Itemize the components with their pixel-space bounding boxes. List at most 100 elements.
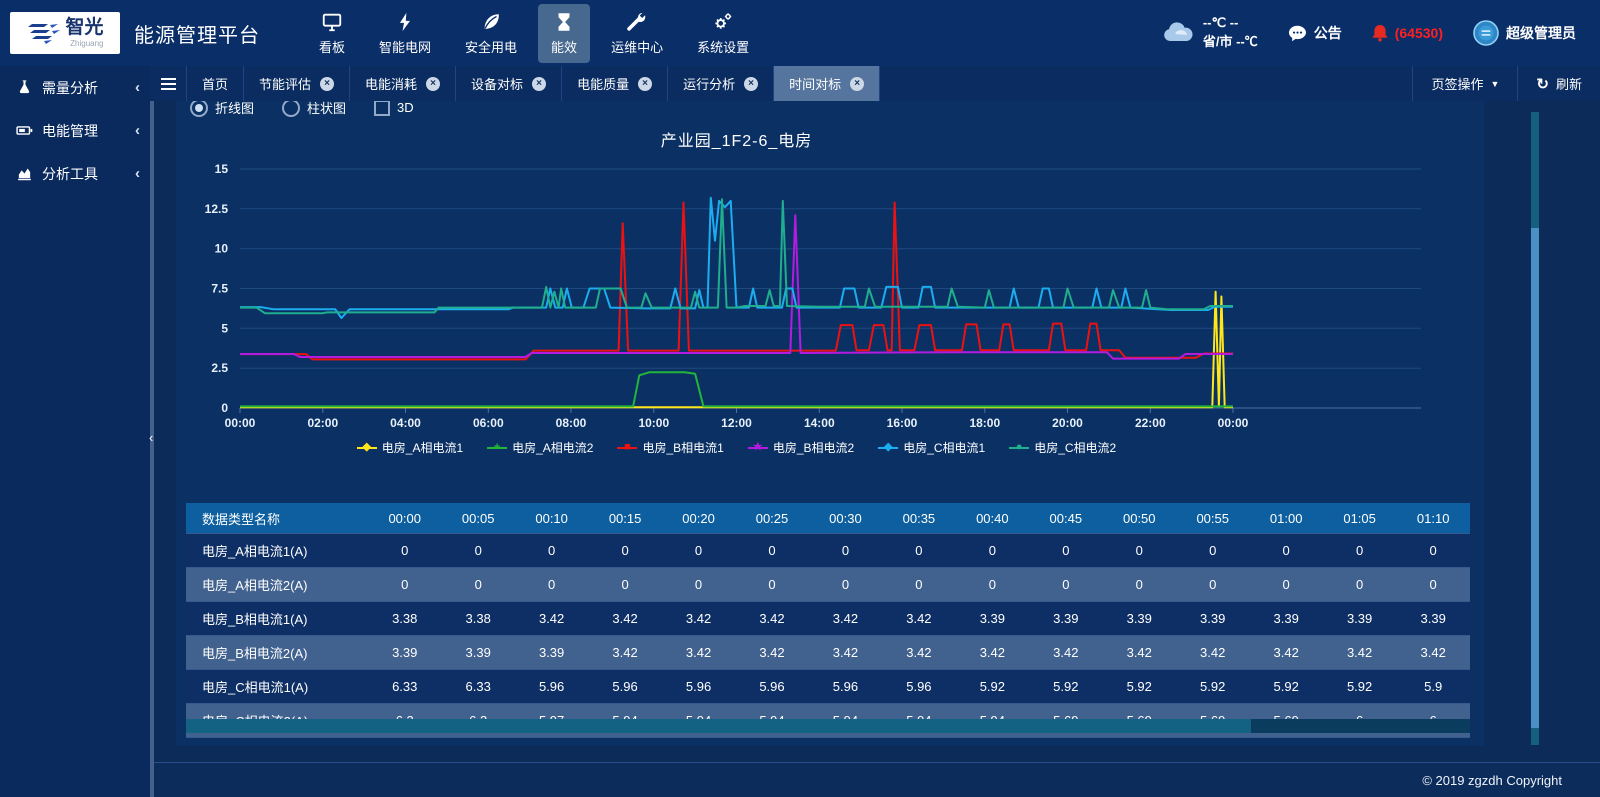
notice-button[interactable]: 公告 [1288,23,1342,43]
refresh-button[interactable]: ↻ 刷新 [1517,66,1600,101]
brand-sub: Zhiguang [65,39,103,48]
cell-value: 0 [735,534,808,568]
cell-value: 3.38 [441,602,514,636]
x-axis-tick-label: 16:00 [887,416,918,430]
cell-value: 0 [662,568,735,602]
legend-label: 电房_B相电流2 [773,439,854,456]
brand-name: 智光 [65,17,103,38]
hamburger-menu-icon[interactable] [150,66,187,101]
tab-节能评估[interactable]: 节能评估× [244,66,350,101]
table-header-row: 数据类型名称00:0000:0500:1000:1500:2000:2500:3… [186,503,1470,534]
x-axis-tick-label: 22:00 [1135,416,1166,430]
tab-label: 设备对标 [471,74,523,93]
tab-operations-dropdown[interactable]: 页签操作 ▼ [1412,66,1517,101]
cell-value: 0 [588,568,661,602]
user-menu[interactable]: 超级管理员 [1473,20,1576,46]
sidebar-item-电能管理[interactable]: 电能管理‹ [0,109,150,152]
row-label: 电房_A相电流2(A) [186,568,368,602]
weather-city: 省/市 --℃ [1203,34,1258,49]
cell-value: 3.39 [1249,602,1322,636]
close-icon[interactable]: × [532,77,546,91]
cell-value: 0 [1029,568,1102,602]
zhiguang-logo-icon [26,20,60,46]
close-icon[interactable]: × [744,77,758,91]
series-line-电房_B相电流1 [240,203,1233,360]
sidebar-item-需量分析[interactable]: 需量分析‹ [0,66,150,109]
system-settings-icon [712,11,734,33]
tab-时间对标[interactable]: 时间对标× [774,66,880,101]
y-axis-tick-label: 7.5 [211,282,228,296]
cell-value: 5.92 [1029,670,1102,704]
table-header-name: 数据类型名称 [186,503,368,534]
x-axis-tick-label: 04:00 [390,416,421,430]
radio-line-label: 折线图 [215,101,254,117]
legend-item-电房_A相电流1[interactable]: ◆电房_A相电流1 [357,439,463,456]
series-line-电房_B相电流2 [240,215,1233,358]
tabs-container: 首页节能评估×电能消耗×设备对标×电能质量×运行分析×时间对标× [187,66,880,101]
cell-value: 3.42 [1176,636,1249,670]
sidebar-item-label: 电能管理 [42,121,98,141]
chevron-left-icon: ‹ [135,79,140,96]
tab-电能质量[interactable]: 电能质量× [562,66,668,101]
close-icon[interactable]: × [638,77,652,91]
cell-value: 3.42 [1249,636,1322,670]
legend-item-电房_B相电流2[interactable]: ★电房_B相电流2 [748,439,854,456]
tab-首页[interactable]: 首页 [187,66,244,101]
close-icon[interactable]: × [320,77,334,91]
tab-设备对标[interactable]: 设备对标 × [456,66,562,101]
legend-label: 电房_C相电流1 [903,439,985,456]
y-axis-tick-label: 12.5 [205,202,229,216]
nav-item-label: 运维中心 [611,37,663,56]
checkbox-3d[interactable]: 3D [374,101,414,116]
legend-item-电房_C相电流1[interactable]: ◆电房_C相电流1 [878,439,985,456]
horizontal-scrollbar-thumb[interactable] [186,719,1251,733]
cell-value: 3.39 [515,636,588,670]
sidebar-collapse-handle[interactable]: ‹ [149,426,159,448]
close-icon[interactable]: × [850,77,864,91]
series-line-电房_C相电流1 [240,198,1233,318]
legend-item-电房_B相电流1[interactable]: ■电房_B相电流1 [617,439,723,456]
y-axis-tick-label: 5 [221,321,228,335]
alarm-button[interactable]: (64530) [1372,24,1443,42]
radio-line-chart[interactable]: 折线图 [190,101,254,117]
x-axis-tick-label: 12:00 [721,416,752,430]
refresh-label: 刷新 [1556,74,1582,93]
cell-value: 5.92 [1176,670,1249,704]
close-icon[interactable]: × [426,77,440,91]
nav-item-安全用电[interactable]: 安全用电 [452,4,530,63]
topbar-right: --℃ -- 省/市 --℃ 公告 (64530) [1161,14,1600,52]
chart-legend: ◆电房_A相电流1 +电房_A相电流2 ■电房_B相电流1 ★电房_B相电流2 ◆电房_… [240,439,1233,456]
table-header-time: 00:35 [882,503,955,534]
nav-item-能效[interactable]: 能效 [538,4,590,63]
table-header-time: 00:20 [662,503,735,534]
legend-item-电房_C相电流2[interactable]: ●电房_C相电流2 [1009,439,1116,456]
cell-value: 5.92 [1103,670,1176,704]
radio-bar-chart[interactable]: 柱状图 [282,101,346,117]
table-header-time: 00:50 [1103,503,1176,534]
nav-item-运维中心[interactable]: 运维中心 [598,4,676,63]
nav-item-系统设置[interactable]: 系统设置 [684,4,762,63]
table-header-time: 00:00 [368,503,441,534]
cell-value: 3.39 [441,636,514,670]
footer: © 2019 zgzdh Copyright [150,762,1600,797]
x-axis-tick-label: 20:00 [1052,416,1083,430]
cell-value: 3.42 [735,602,808,636]
tab-operations-label: 页签操作 [1431,74,1483,93]
cell-value: 5.96 [882,670,955,704]
tab-电能消耗[interactable]: 电能消耗× [350,66,456,101]
cell-value: 3.42 [809,602,882,636]
nav-item-label: 安全用电 [465,37,517,56]
tab-运行分析[interactable]: 运行分析× [668,66,774,101]
nav-item-看板[interactable]: 看板 [306,4,358,63]
user-label: 超级管理员 [1506,23,1576,43]
sidebar-item-分析工具[interactable]: 分析工具‹ [0,152,150,195]
cell-value: 5.92 [956,670,1029,704]
table-row-电房_A相电流2(A): 电房_A相电流2(A)000000000000000 [186,568,1470,602]
vertical-scrollbar-thumb[interactable] [1531,228,1539,728]
cell-value: 0 [1249,568,1322,602]
legend-item-电房_A相电流2[interactable]: +电房_A相电流2 [487,439,593,456]
nav-item-智能电网[interactable]: 智能电网 [366,4,444,63]
cell-value: 3.42 [662,636,735,670]
row-label: 电房_B相电流2(A) [186,636,368,670]
table-header-time: 01:10 [1396,503,1470,534]
